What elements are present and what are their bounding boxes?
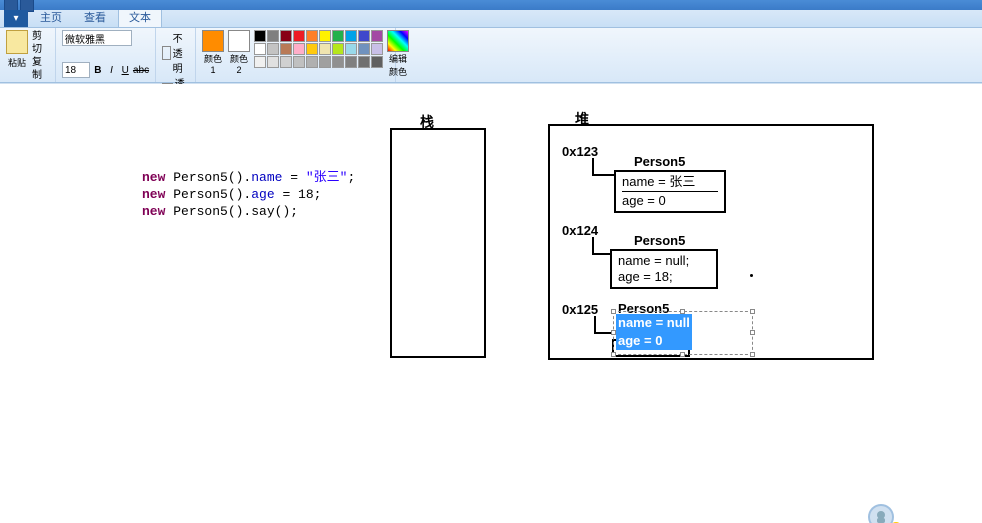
text-edit-line1: name = null	[618, 314, 690, 332]
palette-color[interactable]	[345, 43, 357, 55]
edit-colors-button[interactable]: 编辑颜色	[387, 30, 409, 78]
heap-obj1-box: name = 张三 age = 0	[614, 170, 726, 213]
code-line-3: new Person5().say();	[142, 203, 355, 220]
palette-color[interactable]	[319, 30, 331, 42]
palette-color[interactable]	[254, 30, 266, 42]
palette-color[interactable]	[293, 43, 305, 55]
heap-addr-1: 0x123	[562, 144, 598, 159]
palette-color[interactable]	[267, 30, 279, 42]
tab-home[interactable]: 主页	[30, 7, 72, 27]
opaque-button[interactable]: 不透明	[162, 30, 189, 75]
paste-label: 粘贴	[6, 56, 28, 69]
heap-connector-1	[592, 158, 616, 176]
palette-color[interactable]	[293, 30, 305, 42]
resize-handle-ne[interactable]	[750, 309, 755, 314]
palette-color[interactable]	[319, 56, 331, 68]
code-line-1: new Person5().name = "张三";	[142, 169, 355, 186]
resize-handle-e[interactable]	[750, 330, 755, 335]
palette-color[interactable]	[319, 43, 331, 55]
heap-obj1-name: name = 张三	[622, 174, 718, 190]
palette-color[interactable]	[267, 43, 279, 55]
edit-colors-label: 编辑颜色	[387, 52, 409, 78]
robot-icon	[873, 509, 889, 523]
heap-obj1-age: age = 0	[622, 191, 718, 209]
color2-swatch	[228, 30, 250, 52]
heap-addr-2: 0x124	[562, 223, 598, 238]
color-palette	[254, 30, 383, 68]
assistant-avatar[interactable]	[868, 504, 894, 523]
ribbon-group-background: 不透明 透明	[156, 28, 196, 82]
copy-button[interactable]: 复制	[32, 56, 49, 82]
palette-color[interactable]	[306, 56, 318, 68]
bold-button[interactable]: B	[92, 62, 104, 78]
opaque-label: 不透明	[173, 30, 189, 75]
underline-button[interactable]: U	[119, 62, 131, 78]
palette-color[interactable]	[306, 30, 318, 42]
color1-label: 颜色 1	[202, 52, 224, 75]
palette-color[interactable]	[358, 43, 370, 55]
palette-color[interactable]	[371, 56, 383, 68]
stray-dot	[750, 274, 753, 277]
heap-obj2-name: name = null;	[618, 253, 710, 269]
palette-color[interactable]	[267, 56, 279, 68]
palette-color[interactable]	[371, 30, 383, 42]
canvas[interactable]: new Person5().name = "张三"; new Person5()…	[0, 84, 982, 523]
paste-icon	[6, 30, 28, 54]
resize-handle-sw[interactable]	[611, 352, 616, 357]
color1-swatch	[202, 30, 224, 52]
palette-color[interactable]	[306, 43, 318, 55]
palette-color[interactable]	[280, 30, 292, 42]
text-selection[interactable]: name = null age = 0	[616, 314, 692, 350]
ribbon: 粘贴 剪切 复制 B I U abc 不透明 透明	[0, 28, 982, 83]
heap-obj1-title: Person5	[634, 154, 685, 169]
resize-handle-s[interactable]	[680, 352, 685, 357]
cut-button[interactable]: 剪切	[32, 30, 49, 56]
paste-button[interactable]: 粘贴	[6, 30, 28, 69]
color2-button[interactable]: 颜色 2	[228, 30, 250, 75]
palette-color[interactable]	[358, 56, 370, 68]
opaque-icon	[162, 46, 171, 60]
resize-handle-se[interactable]	[750, 352, 755, 357]
heap-addr-3: 0x125	[562, 302, 598, 317]
palette-color[interactable]	[371, 43, 383, 55]
italic-button[interactable]: I	[106, 62, 118, 78]
code-block: new Person5().name = "张三"; new Person5()…	[142, 169, 355, 220]
text-edit-line2: age = 0	[618, 332, 690, 350]
ribbon-group-clipboard: 粘贴 剪切 复制	[0, 28, 56, 82]
palette-color[interactable]	[345, 56, 357, 68]
palette-color[interactable]	[332, 30, 344, 42]
palette-color[interactable]	[345, 30, 357, 42]
file-menu-button[interactable]: ▾	[4, 10, 28, 27]
stack-box	[390, 128, 486, 358]
strike-button[interactable]: abc	[133, 62, 149, 78]
color1-button[interactable]: 颜色 1	[202, 30, 224, 75]
font-family-select[interactable]	[62, 30, 132, 46]
tab-view[interactable]: 查看	[74, 7, 116, 27]
window-titlebar	[0, 0, 982, 10]
palette-color[interactable]	[293, 56, 305, 68]
heap-obj2-title: Person5	[634, 233, 685, 248]
palette-color[interactable]	[332, 43, 344, 55]
ribbon-tabs: 主页 查看 文本	[0, 10, 982, 28]
palette-color[interactable]	[254, 56, 266, 68]
ribbon-group-font: B I U abc	[56, 28, 156, 82]
palette-color[interactable]	[280, 43, 292, 55]
color2-label: 颜色 2	[228, 52, 250, 75]
palette-color[interactable]	[280, 56, 292, 68]
ribbon-group-colors: 颜色 1 颜色 2 编辑颜色	[196, 28, 396, 82]
heap-obj2-age: age = 18;	[618, 269, 710, 285]
edit-colors-icon	[387, 30, 409, 52]
palette-color[interactable]	[254, 43, 266, 55]
heap-obj2-box: name = null; age = 18;	[610, 249, 718, 289]
palette-color[interactable]	[358, 30, 370, 42]
code-line-2: new Person5().age = 18;	[142, 186, 355, 203]
palette-color[interactable]	[332, 56, 344, 68]
font-size-select[interactable]	[62, 62, 90, 78]
